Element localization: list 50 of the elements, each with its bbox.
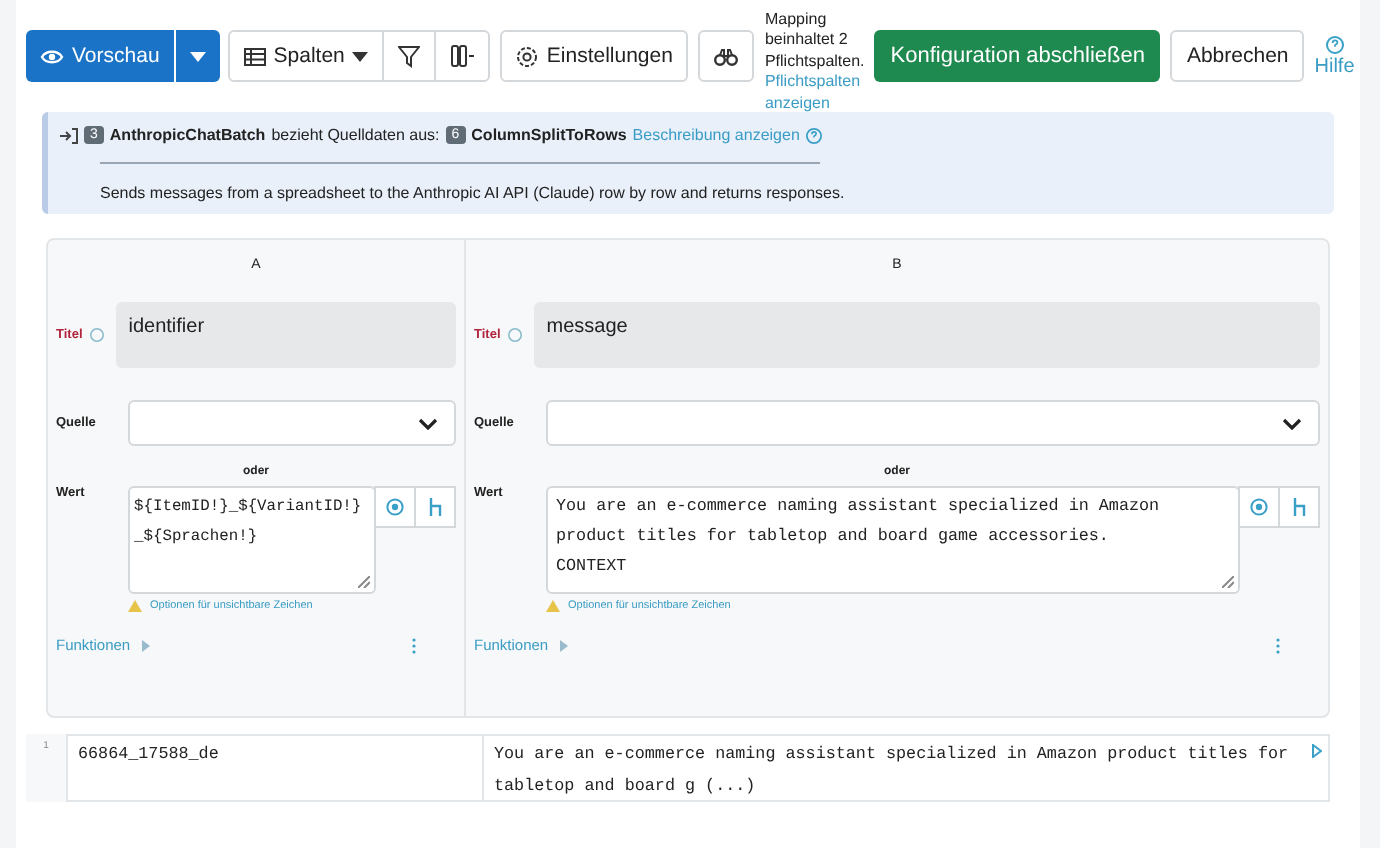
table-cell: You are an e-commerce naming assistant specialized in Amazon product titles for tabletop and board g (...) [484,734,1330,802]
question-icon [1325,35,1344,53]
help-link[interactable]: Hilfe [1314,35,1355,77]
insert-button[interactable] [1238,486,1280,528]
gear-icon [516,45,539,67]
branch-icon [1291,498,1307,516]
description-text: Sends messages from a spreadsheet to the Anthropic AI API (Claude) row by row and returns responses. [100,184,847,202]
required-columns-link[interactable]: Pflichtspalten anzeigen [764,72,865,115]
source-name: AnthropicChatBatch [109,126,266,144]
binoculars-icon [714,47,739,65]
insert-button[interactable] [374,486,416,528]
resize-grip-icon [358,576,370,588]
cancel-button[interactable]: Abbrechen [1170,30,1305,82]
target-icon [1250,498,1268,516]
description-link[interactable]: Beschreibung anzeigen [632,126,800,144]
warning-icon [128,600,142,612]
columns-icon [450,44,475,68]
finish-button[interactable]: Konfiguration abschließen [874,30,1161,82]
binoculars-button[interactable] [698,30,755,82]
import-icon [60,127,78,143]
chevron-icon [1282,417,1302,429]
target-icon [386,498,404,516]
eye-icon [40,47,64,65]
chevron-icon [418,417,438,429]
title-field[interactable]: message [534,302,1320,368]
notice-text: Mapping beinhaltet 2 Pflichtspalten. [764,9,865,73]
warning-icon [546,600,560,612]
filter-button[interactable] [382,30,437,82]
title-field[interactable]: identifier [116,302,456,368]
preview-dropdown-button[interactable] [175,30,220,82]
table-cell: 66864_17588_de [66,734,484,802]
caret-right-icon [560,639,569,651]
caret-icon [189,51,206,61]
function-button[interactable] [1278,486,1320,528]
caret-right-icon [142,639,151,651]
filter-icon [398,45,421,67]
add-column-button[interactable] [434,30,491,82]
value-field[interactable]: You are an e-commerce naming assistant specialized in Amazon product titles for tabletop and board game accessories. CONTEXT [546,486,1240,594]
resize-grip-icon [1222,576,1234,588]
function-button[interactable] [414,486,456,528]
question-icon [805,127,822,143]
source-text: bezieht Quelldaten aus: [271,126,440,144]
branch-icon [427,498,443,516]
expand-icon[interactable] [1312,744,1322,758]
target-name: ColumnSplitToRows [471,126,627,144]
preview-button[interactable]: Vorschau [26,30,174,82]
columns-button[interactable]: Spalten [227,30,385,82]
caret-icon [352,51,369,61]
table-icon [243,47,266,65]
settings-button[interactable]: Einstellungen [500,30,689,82]
